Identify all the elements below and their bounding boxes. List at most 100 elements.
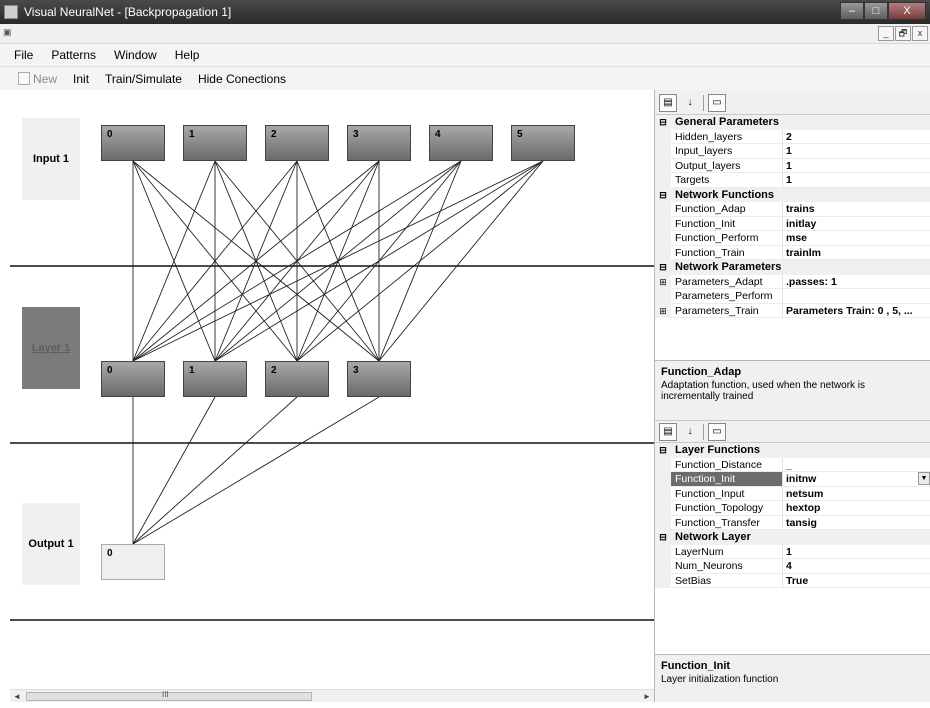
connection-line xyxy=(132,160,544,362)
new-document-icon xyxy=(18,72,30,85)
network-canvas[interactable]: Input 1 Layer 1 Output 1 0 1 2 3 4 5 0 1… xyxy=(10,90,654,690)
collapse-icon[interactable]: ⊟ xyxy=(655,443,671,458)
connection-line xyxy=(296,160,544,362)
collapse-icon[interactable]: ⊟ xyxy=(655,260,671,275)
hidden-neuron[interactable]: 0 xyxy=(101,361,165,397)
property-row[interactable]: ⊞ Parameters_Adapt .passes: 1 xyxy=(655,274,930,289)
property-row[interactable]: Targets 1 xyxy=(655,173,930,188)
menu-patterns[interactable]: Patterns xyxy=(51,48,96,62)
menu-window[interactable]: Window xyxy=(114,48,157,62)
dropdown-arrow-icon[interactable]: ▼ xyxy=(918,472,930,485)
network-property-grid[interactable]: ⊟ General Parameters Hidden_layers 2 Input… xyxy=(655,114,930,360)
property-row[interactable]: Parameters_Perform xyxy=(655,289,930,304)
property-row[interactable]: Input_layers 1 xyxy=(655,144,930,159)
input-neuron[interactable]: 5 xyxy=(511,125,575,161)
categorized-view-icon[interactable]: ▤ xyxy=(659,94,677,112)
toolbar-separator xyxy=(703,423,704,440)
mdi-bar: ▣ _ 🗗 x xyxy=(0,24,930,44)
sort-alphabetical-icon[interactable]: ↓ xyxy=(681,94,699,112)
property-row[interactable]: LayerNum 1 xyxy=(655,544,930,559)
property-row[interactable]: Function_Adap trains xyxy=(655,202,930,217)
expand-icon[interactable]: ⊞ xyxy=(655,274,671,289)
menu-file[interactable]: File xyxy=(14,48,33,62)
property-pages-icon[interactable]: ▭ xyxy=(708,422,726,441)
group-header[interactable]: ⊟ Layer Functions xyxy=(655,443,930,458)
group-header[interactable]: ⊟ Network Parameters xyxy=(655,260,930,275)
hidden-neuron[interactable]: 3 xyxy=(347,361,411,397)
output-neuron[interactable]: 0 xyxy=(101,544,165,580)
maximize-button[interactable]: □ xyxy=(864,2,888,20)
close-button[interactable]: X xyxy=(888,2,926,20)
scroll-right-arrow[interactable]: ► xyxy=(640,690,654,703)
menu-help[interactable]: Help xyxy=(175,48,200,62)
input-neuron[interactable]: 4 xyxy=(429,125,493,161)
horizontal-scrollbar[interactable]: ◄ III ► xyxy=(10,689,654,702)
input-neuron[interactable]: 0 xyxy=(101,125,165,161)
scroll-thumb[interactable]: III xyxy=(26,690,312,701)
description-text: Layer initialization function xyxy=(661,674,779,685)
hide-connections-button[interactable]: Hide Conections xyxy=(198,72,286,86)
toolbar-separator xyxy=(703,95,704,111)
hidden-neuron[interactable]: 2 xyxy=(265,361,329,397)
description-text: Adaptation function, used when the netwo… xyxy=(661,380,866,402)
menu-bar: File Patterns Window Help xyxy=(0,44,930,66)
group-header[interactable]: ⊟ General Parameters xyxy=(655,115,930,130)
window-title: Visual NeuralNet - [Backpropagation 1] xyxy=(24,5,232,19)
minimize-button[interactable]: – xyxy=(840,2,864,20)
property-row[interactable]: Output_layers 1 xyxy=(655,158,930,173)
description-title: Function_Adap xyxy=(661,366,742,378)
group-header[interactable]: ⊟ Network Layer xyxy=(655,530,930,545)
property-row[interactable]: Function_Perform mse xyxy=(655,231,930,246)
scroll-grip: III xyxy=(162,690,169,699)
window-titlebar: Visual NeuralNet - [Backpropagation 1] –… xyxy=(0,0,930,24)
train-simulate-button[interactable]: Train/Simulate xyxy=(105,72,182,86)
property-row[interactable]: Function_Input netsum xyxy=(655,486,930,501)
toolbar: New Init Train/Simulate Hide Conections xyxy=(0,66,930,90)
connection-line xyxy=(132,396,380,545)
function-init-value[interactable]: initnw xyxy=(786,472,816,486)
sort-alphabetical-icon[interactable]: ↓ xyxy=(681,423,699,441)
property-row[interactable]: Hidden_layers 2 xyxy=(655,129,930,144)
layer-label-layer-1[interactable]: Layer 1 xyxy=(22,307,80,389)
connection-line xyxy=(132,396,216,545)
collapse-icon[interactable]: ⊟ xyxy=(655,530,671,545)
input-neuron[interactable]: 1 xyxy=(183,125,247,161)
expand-icon[interactable]: ⊞ xyxy=(655,303,671,318)
property-row[interactable]: Function_Transfer tansig xyxy=(655,515,930,530)
hidden-neuron[interactable]: 1 xyxy=(183,361,247,397)
properties-panel: ▤ ↓ ▭ ⊟ General Parameters Hidden_layers 2… xyxy=(654,90,930,702)
new-button[interactable]: New xyxy=(18,72,57,86)
document-icon[interactable]: ▣ xyxy=(3,27,17,39)
collapse-icon[interactable]: ⊟ xyxy=(655,115,671,130)
connection-line xyxy=(132,396,298,545)
collapse-icon[interactable]: ⊟ xyxy=(655,187,671,202)
input-neuron[interactable]: 2 xyxy=(265,125,329,161)
group-header[interactable]: ⊟ Network Functions xyxy=(655,187,930,202)
property-row[interactable]: SetBias True xyxy=(655,573,930,588)
property-row[interactable]: Function_Topology hextop xyxy=(655,501,930,516)
property-row[interactable]: Function_Distance _ xyxy=(655,457,930,472)
mdi-close-button[interactable]: x xyxy=(912,26,928,41)
layer-description-pane: Function_Init Layer initialization funct… xyxy=(655,654,930,708)
property-row-selected[interactable]: Function_Init initnw ▼ xyxy=(655,472,930,487)
init-button[interactable]: Init xyxy=(73,72,89,86)
layer-grid-toolbar: ▤ ↓ ▭ xyxy=(655,420,930,442)
property-row[interactable]: Function_Init initlay xyxy=(655,216,930,231)
property-pages-icon[interactable]: ▭ xyxy=(708,94,726,112)
mdi-controls: _ 🗗 x xyxy=(878,26,928,41)
mdi-restore-button[interactable]: 🗗 xyxy=(895,26,911,41)
layer-label-input-1[interactable]: Input 1 xyxy=(22,118,80,200)
categorized-view-icon[interactable]: ▤ xyxy=(659,422,677,441)
mdi-minimize-button[interactable]: _ xyxy=(878,26,894,41)
scroll-left-arrow[interactable]: ◄ xyxy=(10,690,24,703)
property-row[interactable]: Num_Neurons 4 xyxy=(655,559,930,574)
property-row[interactable]: ⊞ Parameters_Train Parameters Train: 0 , 5… xyxy=(655,303,930,318)
property-row[interactable]: Function_Train trainlm xyxy=(655,245,930,260)
layer-property-grid[interactable]: ⊟ Layer Functions Function_Distance _ Func… xyxy=(655,442,930,654)
new-label: New xyxy=(33,71,58,86)
layer-label-output-1[interactable]: Output 1 xyxy=(22,503,80,585)
network-description-pane: Function_Adap Adaptation function, used … xyxy=(655,360,930,418)
input-neuron[interactable]: 3 xyxy=(347,125,411,161)
connection-line xyxy=(378,160,544,362)
window-controls: – □ X xyxy=(840,2,926,20)
